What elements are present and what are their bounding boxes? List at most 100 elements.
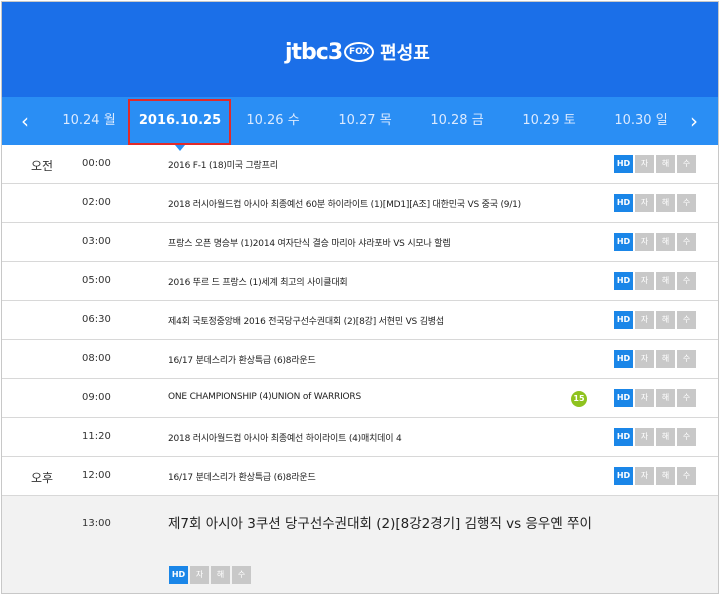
sign-language-badge: 수	[677, 155, 696, 173]
commentary-badge: 해	[656, 155, 675, 173]
sign-language-badge: 수	[677, 233, 696, 251]
program-title[interactable]: 2018 러시아월드컵 아시아 최종예선 하이라이트 (4)매치데이 4	[168, 431, 402, 444]
program-title[interactable]: 제7회 아시아 3쿠션 당구선수권대회 (2)[8강2경기] 김행직 vs 응우…	[168, 515, 598, 533]
program-title[interactable]: 2016 F-1 (18)미국 그랑프리	[168, 158, 278, 171]
program-title[interactable]: 제4회 국토정중앙배 2016 전국당구선수권대회 (2)[8강] 서현민 VS…	[168, 314, 444, 327]
schedule-row[interactable]: 06:30 제4회 국토정중앙배 2016 전국당구선수권대회 (2)[8강] 서…	[2, 301, 718, 340]
schedule-row[interactable]: 02:00 2018 러시아월드컵 아시아 최종예선 60분 하이라이트 (1)[…	[2, 184, 718, 223]
schedule-row[interactable]: 08:00 16/17 분데스리가 환상특급 (6)8라운드 HD 자 해 수	[2, 340, 718, 379]
program-time: 00:00	[82, 158, 111, 169]
date-tab[interactable]: 10.24 월	[54, 97, 124, 145]
schedule-row[interactable]: 13:00 제7회 아시아 3쿠션 당구선수권대회 (2)[8강2경기] 김행직 …	[2, 496, 718, 593]
date-navigation: ‹ 10.24 월 2016.10.25 화 10.26 수 10.27 목 1…	[2, 97, 718, 176]
date-tab-active[interactable]: 2016.10.25 화	[132, 97, 228, 176]
commentary-badge: 해	[656, 272, 675, 290]
sign-language-badge: 수	[677, 194, 696, 212]
sign-language-badge: 수	[677, 428, 696, 446]
date-tab[interactable]: 10.27 목	[330, 97, 400, 145]
commentary-badge: 해	[656, 350, 675, 368]
header: jtbc3 FOX 편성표	[2, 2, 718, 97]
program-time: 06:30	[82, 314, 111, 325]
schedule-row[interactable]: 11:20 2018 러시아월드컵 아시아 최종예선 하이라이트 (4)매치데이 …	[2, 418, 718, 457]
channel-logo: jtbc3 FOX 편성표	[285, 38, 430, 66]
schedule-row[interactable]: 오후 12:00 16/17 분데스리가 환상특급 (6)8라운드 HD 자 해 수	[2, 457, 718, 496]
program-title[interactable]: 16/17 분데스리가 환상특급 (6)8라운드	[168, 353, 316, 366]
date-tab[interactable]: 10.28 금	[422, 97, 492, 145]
feature-badges: HD 자 해 수	[614, 428, 696, 446]
program-time: 09:00	[82, 392, 111, 403]
feature-badges: HD 자 해 수	[614, 389, 696, 407]
schedule-row[interactable]: 03:00 프랑스 오픈 명승부 (1)2014 여자단식 결승 마리아 샤라포바…	[2, 223, 718, 262]
feature-badges: HD 자 해 수	[614, 272, 696, 290]
feature-badges: HD 자 해 수	[614, 155, 696, 173]
schedule-widget: jtbc3 FOX 편성표 ‹ 10.24 월 2016.10.25 화 10.…	[1, 1, 719, 594]
prev-arrow-icon[interactable]: ‹	[10, 97, 40, 145]
subtitle-badge: 자	[635, 194, 654, 212]
hd-badge: HD	[614, 272, 633, 290]
feature-badges: HD 자 해 수	[614, 194, 696, 212]
program-title[interactable]: 2016 뚜르 드 프랑스 (1)세계 최고의 사이클대회	[168, 275, 348, 288]
subtitle-badge: 자	[635, 467, 654, 485]
commentary-badge: 해	[656, 389, 675, 407]
hd-badge: HD	[614, 467, 633, 485]
next-arrow-icon[interactable]: ›	[679, 97, 709, 145]
commentary-badge: 해	[656, 233, 675, 251]
hd-badge: HD	[614, 311, 633, 329]
feature-badges: HD 자 해 수	[614, 350, 696, 368]
ampm-label: 오전	[31, 159, 54, 173]
sign-language-badge: 수	[677, 350, 696, 368]
hd-badge: HD	[614, 350, 633, 368]
program-title[interactable]: 16/17 분데스리가 환상특급 (6)8라운드	[168, 470, 316, 483]
sign-language-badge: 수	[677, 467, 696, 485]
hd-badge: HD	[614, 389, 633, 407]
feature-badges: HD 자 해 수	[614, 311, 696, 329]
subtitle-badge: 자	[635, 389, 654, 407]
commentary-badge: 해	[656, 194, 675, 212]
date-tab[interactable]: 10.26 수	[238, 97, 308, 145]
program-time: 12:00	[82, 470, 111, 481]
program-time: 02:00	[82, 197, 111, 208]
subtitle-badge: 자	[635, 155, 654, 173]
subtitle-badge: 자	[635, 311, 654, 329]
sign-language-badge: 수	[677, 389, 696, 407]
commentary-badge: 해	[211, 566, 230, 584]
program-time: 03:00	[82, 236, 111, 247]
subtitle-badge: 자	[635, 233, 654, 251]
logo-brand: jtbc3	[285, 39, 343, 65]
sign-language-badge: 수	[677, 311, 696, 329]
page-title: 편성표	[380, 43, 430, 64]
age-rating-badge: 15	[571, 391, 587, 407]
program-title[interactable]: ONE CHAMPIONSHIP (4)UNION of WARRIORS	[168, 392, 361, 402]
date-tab[interactable]: 10.29 토	[514, 97, 584, 145]
feature-badges: HD 자 해 수	[614, 467, 696, 485]
hd-badge: HD	[614, 194, 633, 212]
hd-badge: HD	[614, 155, 633, 173]
subtitle-badge: 자	[190, 566, 209, 584]
schedule-row[interactable]: 09:00 ONE CHAMPIONSHIP (4)UNION of WARRIO…	[2, 379, 718, 418]
schedule-row[interactable]: 오전 00:00 2016 F-1 (18)미국 그랑프리 HD 자 해 수	[2, 145, 718, 184]
subtitle-badge: 자	[635, 350, 654, 368]
hd-badge: HD	[614, 428, 633, 446]
program-time: 11:20	[82, 431, 111, 442]
commentary-badge: 해	[656, 467, 675, 485]
sign-language-badge: 수	[677, 272, 696, 290]
program-time: 13:00	[82, 518, 111, 529]
feature-badges: HD 자 해 수	[614, 233, 696, 251]
date-tab[interactable]: 10.30 일	[606, 97, 676, 145]
ampm-label: 오후	[31, 471, 54, 485]
program-title[interactable]: 프랑스 오픈 명승부 (1)2014 여자단식 결승 마리아 샤라포바 VS 시…	[168, 236, 451, 249]
schedule-row[interactable]: 05:00 2016 뚜르 드 프랑스 (1)세계 최고의 사이클대회 HD 자 해 수	[2, 262, 718, 301]
program-time: 08:00	[82, 353, 111, 364]
commentary-badge: 해	[656, 428, 675, 446]
schedule-list: 오전 00:00 2016 F-1 (18)미국 그랑프리 HD 자 해 수 02:00 201…	[2, 145, 718, 593]
sign-language-badge: 수	[232, 566, 251, 584]
commentary-badge: 해	[656, 311, 675, 329]
hd-badge: HD	[614, 233, 633, 251]
feature-badges: HD 자 해 수	[169, 566, 251, 584]
program-title[interactable]: 2018 러시아월드컵 아시아 최종예선 60분 하이라이트 (1)[MD1][…	[168, 197, 521, 210]
subtitle-badge: 자	[635, 272, 654, 290]
fox-sports-icon: FOX	[344, 42, 375, 62]
program-time: 05:00	[82, 275, 111, 286]
hd-badge: HD	[169, 566, 188, 584]
subtitle-badge: 자	[635, 428, 654, 446]
